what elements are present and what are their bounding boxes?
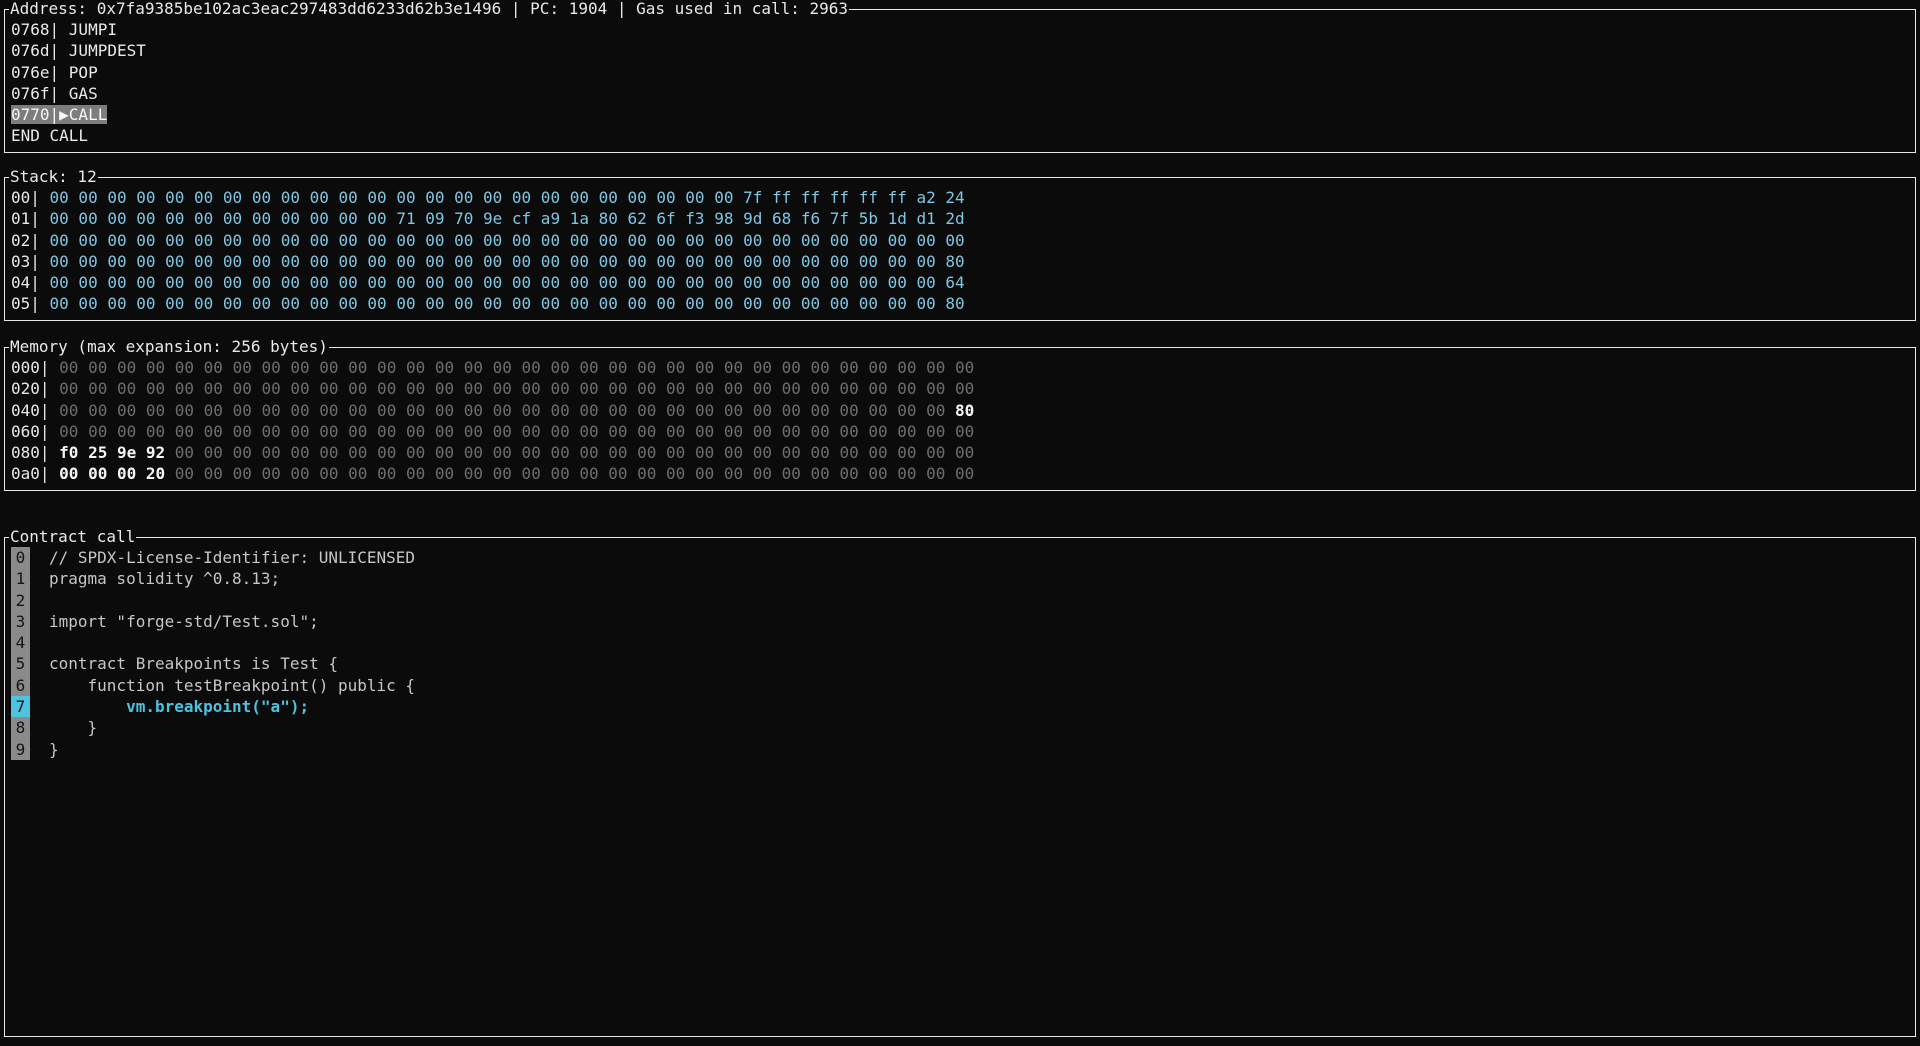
memory-rows: 000| 00 00 00 00 00 00 00 00 00 00 00 00… (11, 357, 1909, 485)
opcode-text: 076e| POP (11, 63, 98, 82)
stack-row-bytes: 00 00 00 00 00 00 00 00 00 00 00 00 00 0… (50, 252, 965, 271)
stack-row-bytes: 00 00 00 00 00 00 00 00 00 00 00 00 00 0… (50, 231, 965, 250)
stack-row: 04| 00 00 00 00 00 00 00 00 00 00 00 00 … (11, 272, 1909, 293)
stack-row-bytes: 00 00 00 00 00 00 00 00 00 00 00 00 00 0… (50, 294, 965, 313)
source-line-code: function testBreakpoint() public { (49, 675, 415, 696)
stack-row: 02| 00 00 00 00 00 00 00 00 00 00 00 00 … (11, 230, 1909, 251)
stack-row-label: 00| (11, 188, 50, 207)
stack-row-label: 02| (11, 231, 50, 250)
memory-row: 060| 00 00 00 00 00 00 00 00 00 00 00 00… (11, 421, 1909, 442)
opcode-text: 076d| JUMPDEST (11, 41, 146, 60)
source-line-number: 2 (11, 590, 30, 611)
source-line-number: 1 (11, 568, 30, 589)
stack-row: 00| 00 00 00 00 00 00 00 00 00 00 00 00 … (11, 187, 1909, 208)
opcode-text: 0770|▶CALL (11, 105, 107, 124)
opcode-line: 076d| JUMPDEST (11, 40, 1909, 61)
memory-row: 020| 00 00 00 00 00 00 00 00 00 00 00 00… (11, 378, 1909, 399)
source-line-number: 5 (11, 653, 30, 674)
source-line-number: 6 (11, 675, 30, 696)
memory-row-label: 020| (11, 379, 59, 398)
memory-row: 0a0| 00 00 00 20 00 00 00 00 00 00 00 00… (11, 463, 1909, 484)
breakpoint-line: 7 vm.breakpoint("a"); (11, 696, 1909, 717)
contract-call-panel-title: Contract call (9, 527, 136, 546)
current-opcode-line: 0770|▶CALL (11, 104, 1909, 125)
memory-row: 080| f0 25 9e 92 00 00 00 00 00 00 00 00… (11, 442, 1909, 463)
memory-byte-segment: 80 (945, 401, 974, 420)
memory-row-label: 0a0| (11, 464, 59, 483)
source-lines: 0// SPDX-License-Identifier: UNLICENSED1… (11, 547, 1909, 1031)
memory-panel: Memory (max expansion: 256 bytes) 000| 0… (4, 347, 1916, 491)
opcode-text: 076f| GAS (11, 84, 98, 103)
opcode-line: 0768| JUMPI (11, 19, 1909, 40)
stack-row-bytes: 00 00 00 00 00 00 00 00 00 00 00 00 71 0… (50, 209, 965, 228)
memory-row: 040| 00 00 00 00 00 00 00 00 00 00 00 00… (11, 400, 1909, 421)
opcode-text: END CALL (11, 126, 88, 145)
source-line: 0 // SPDX-License-Identifier: UNLICENSED (11, 547, 1909, 568)
debugger-terminal-screen[interactable]: Address: 0x7fa9385be102ac3eac297483dd623… (0, 0, 1920, 1046)
memory-row-label: 080| (11, 443, 59, 462)
memory-byte-segment: 00 00 00 00 00 00 00 00 00 00 00 00 00 0… (59, 401, 945, 420)
stack-row-bytes: 00 00 00 00 00 00 00 00 00 00 00 00 00 0… (50, 273, 965, 292)
source-line: 5 contract Breakpoints is Test { (11, 653, 1909, 674)
source-line-number: 4 (11, 632, 30, 653)
memory-row: 000| 00 00 00 00 00 00 00 00 00 00 00 00… (11, 357, 1909, 378)
memory-byte-segment: 00 00 00 00 00 00 00 00 00 00 00 00 00 0… (165, 443, 974, 462)
memory-panel-title: Memory (max expansion: 256 bytes) (9, 337, 329, 356)
stack-row: 03| 00 00 00 00 00 00 00 00 00 00 00 00 … (11, 251, 1909, 272)
opcode-panel: Address: 0x7fa9385be102ac3eac297483dd623… (4, 9, 1916, 153)
source-line: 9} (11, 739, 1909, 760)
contract-call-panel: Contract call 0// SPDX-License-Identifie… (4, 537, 1916, 1037)
opcode-line: END CALL (11, 125, 1909, 146)
source-line: 3 import "forge-std/Test.sol"; (11, 611, 1909, 632)
memory-byte-segment: 00 00 00 00 00 00 00 00 00 00 00 00 00 0… (59, 358, 974, 377)
memory-byte-segment: 00 00 00 20 (59, 464, 165, 483)
opcode-text: 0768| JUMPI (11, 20, 117, 39)
source-line: 8 } (11, 717, 1909, 738)
memory-row-label: 040| (11, 401, 59, 420)
opcode-lines: 0768| JUMPI 076d| JUMPDEST 076e| POP 076f| … (11, 19, 1909, 147)
source-line-number: 7 (11, 696, 30, 717)
source-line: 6 function testBreakpoint() public { (11, 675, 1909, 696)
stack-panel-title: Stack: 12 (9, 167, 98, 186)
source-line-code: } (49, 739, 59, 760)
memory-byte-segment: f0 25 9e 92 (59, 443, 165, 462)
stack-row-label: 04| (11, 273, 50, 292)
memory-byte-segment: 00 00 00 00 00 00 00 00 00 00 00 00 00 0… (165, 464, 974, 483)
stack-row-label: 01| (11, 209, 50, 228)
source-line: 2 (11, 590, 1909, 611)
source-line-number: 0 (11, 547, 30, 568)
source-line-number: 3 (11, 611, 30, 632)
source-line-code: import "forge-std/Test.sol"; (49, 611, 319, 632)
source-line-code: // SPDX-License-Identifier: UNLICENSED (49, 547, 415, 568)
source-line-number: 9 (11, 739, 30, 760)
source-line: 4 (11, 632, 1909, 653)
source-line-number: 8 (11, 717, 30, 738)
memory-row-label: 000| (11, 358, 59, 377)
source-line: 1 pragma solidity ^0.8.13; (11, 568, 1909, 589)
memory-byte-segment: 00 00 00 00 00 00 00 00 00 00 00 00 00 0… (59, 379, 974, 398)
memory-row-label: 060| (11, 422, 59, 441)
memory-byte-segment: 00 00 00 00 00 00 00 00 00 00 00 00 00 0… (59, 422, 974, 441)
stack-row-label: 05| (11, 294, 50, 313)
stack-row: 05| 00 00 00 00 00 00 00 00 00 00 00 00 … (11, 293, 1909, 314)
source-line-code: contract Breakpoints is Test { (49, 653, 338, 674)
stack-rows: 00| 00 00 00 00 00 00 00 00 00 00 00 00 … (11, 187, 1909, 315)
stack-row-bytes: 00 00 00 00 00 00 00 00 00 00 00 00 00 0… (50, 188, 965, 207)
stack-row: 01| 00 00 00 00 00 00 00 00 00 00 00 00 … (11, 208, 1909, 229)
opcode-panel-title: Address: 0x7fa9385be102ac3eac297483dd623… (9, 0, 849, 18)
stack-panel: Stack: 12 00| 00 00 00 00 00 00 00 00 00… (4, 177, 1916, 321)
opcode-line: 076e| POP (11, 62, 1909, 83)
stack-row-label: 03| (11, 252, 50, 271)
source-line-code: } (49, 717, 97, 738)
source-line-code: pragma solidity ^0.8.13; (49, 568, 280, 589)
opcode-line: 076f| GAS (11, 83, 1909, 104)
source-line-code: vm.breakpoint("a"); (49, 696, 309, 717)
